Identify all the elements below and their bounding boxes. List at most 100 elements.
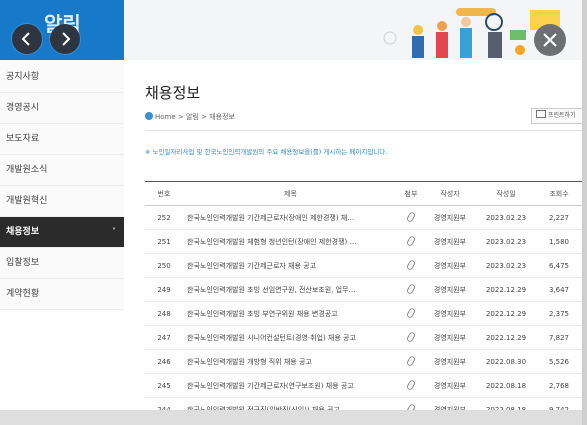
close-icon	[543, 33, 557, 47]
sidebar-item-contracts[interactable]: 계약현황	[0, 279, 124, 310]
cell-no: 249	[145, 277, 183, 302]
table-row[interactable]: 249 한국노인인력개발원 초빙 선임연구원, 전산보조원, 업무… 경영지원부 20…	[145, 277, 582, 302]
col-header-title: 제목	[183, 181, 398, 206]
recruitment-table: 번호 제목 첨부 작성자 작성일 조회수 252 한국노인인력개발원 기간제근로자…	[145, 181, 582, 410]
cell-date: 2022.12.29	[476, 301, 536, 326]
table-row[interactable]: 250 한국노인인력개발원 기간제근로자 채용 공고 경영지원부 2023.02.23…	[145, 253, 582, 278]
cell-no: 250	[145, 253, 183, 278]
cell-no: 251	[145, 229, 183, 254]
paperclip-icon[interactable]	[405, 210, 417, 223]
sidebar-item-label: 보도자료	[6, 134, 40, 144]
cell-date: 2022.12.29	[476, 277, 536, 302]
chevron-down-icon: ˅	[112, 227, 116, 236]
divider	[145, 130, 582, 131]
paperclip-icon[interactable]	[405, 282, 417, 295]
cell-no: 246	[145, 349, 183, 374]
sidebar-item-label: 입찰정보	[6, 258, 40, 268]
cell-title[interactable]: 한국노인인력개발원 개방형 직위 채용 공고	[183, 349, 398, 374]
cell-date: 2022.12.29	[476, 325, 536, 350]
cell-views: 6,475	[536, 253, 582, 278]
sidebar-item-label: 계약현황	[6, 289, 40, 299]
print-label: 프린트하기	[548, 112, 576, 119]
cell-views: 2,375	[536, 301, 582, 326]
paperclip-icon[interactable]	[405, 330, 417, 343]
cell-writer: 경영지원부	[424, 229, 476, 254]
paperclip-icon[interactable]	[405, 306, 417, 319]
cell-no: 244	[145, 397, 183, 410]
close-button[interactable]	[534, 24, 566, 56]
cell-title[interactable]: 한국노인인력개발원 기간제근로자(장애인 제한경쟁) 채…	[183, 205, 398, 230]
cell-attach	[398, 325, 424, 350]
cell-views: 2,768	[536, 373, 582, 398]
cell-title[interactable]: 한국노인인력개발원 초빙 선임연구원, 전산보조원, 업무…	[183, 277, 398, 302]
cell-attach	[398, 205, 424, 230]
paperclip-icon[interactable]	[405, 402, 417, 410]
header-banner: 알림	[0, 0, 582, 60]
col-header-date: 작성일	[476, 181, 536, 206]
sidebar-item-notice[interactable]: 공지사항	[0, 62, 124, 93]
cell-views: 3,647	[536, 277, 582, 302]
paperclip-icon[interactable]	[405, 258, 417, 271]
col-header-writer: 작성자	[424, 181, 476, 206]
table-row[interactable]: 245 한국노인인력개발원 기간제근로자(연구보조원) 채용 공고 경영지원부 202…	[145, 373, 582, 398]
home-icon[interactable]	[145, 112, 153, 120]
prev-button[interactable]	[12, 24, 42, 54]
sidebar-item-label: 개발원혁신	[6, 196, 48, 206]
cell-writer: 경영지원부	[424, 349, 476, 374]
cell-attach	[398, 349, 424, 374]
notice-text: ※ 노인일자리사업 및 한국노인인력개발원의 주요 채용정보을(를) 게시하는 …	[145, 148, 388, 156]
cell-writer: 경영지원부	[424, 325, 476, 350]
sidebar-item-label: 공지사항	[6, 72, 40, 82]
cell-writer: 경영지원부	[424, 205, 476, 230]
sidebar-item-bidding[interactable]: 입찰정보	[0, 248, 124, 279]
table-row[interactable]: 251 한국노인인력개발원 체험형 청년인턴(장애인 제한경쟁) … 경영지원부 20…	[145, 229, 582, 254]
sidebar-item-innovation[interactable]: 개발원혁신	[0, 186, 124, 217]
cell-attach	[398, 301, 424, 326]
cell-title[interactable]: 한국노인인력개발원 시니어컨설턴트(경영·취업) 채용 공고	[183, 325, 398, 350]
cell-date: 2023.02.23	[476, 205, 536, 230]
next-button[interactable]	[50, 24, 80, 54]
cell-title[interactable]: 한국노인인력개발원 정규직(일반직(신입)) 채용 공고	[183, 397, 398, 410]
scrollbar-track[interactable]	[582, 0, 587, 425]
col-header-views: 조회수	[536, 181, 582, 206]
paperclip-icon[interactable]	[405, 378, 417, 391]
cell-attach	[398, 277, 424, 302]
cell-attach	[398, 373, 424, 398]
cell-no: 247	[145, 325, 183, 350]
cell-date: 2022.08.30	[476, 349, 536, 374]
cell-title[interactable]: 한국노인인력개발원 기간제근로자 채용 공고	[183, 253, 398, 278]
table-row[interactable]: 246 한국노인인력개발원 개방형 직위 채용 공고 경영지원부 2022.08.30…	[145, 349, 582, 374]
cell-no: 248	[145, 301, 183, 326]
table-header-row: 번호 제목 첨부 작성자 작성일 조회수	[145, 181, 582, 206]
cell-attach	[398, 229, 424, 254]
cell-writer: 경영지원부	[424, 277, 476, 302]
cell-no: 252	[145, 205, 183, 230]
sidebar-item-press[interactable]: 보도자료	[0, 124, 124, 155]
cell-views: 7,827	[536, 325, 582, 350]
cell-title[interactable]: 한국노인인력개발원 초빙 부연구위원 채용 변경공고	[183, 301, 398, 326]
cell-no: 245	[145, 373, 183, 398]
cell-attach	[398, 397, 424, 410]
sidebar-item-news[interactable]: 개발원소식	[0, 155, 124, 186]
cell-title[interactable]: 한국노인인력개발원 체험형 청년인턴(장애인 제한경쟁) …	[183, 229, 398, 254]
table-row[interactable]: 252 한국노인인력개발원 기간제근로자(장애인 제한경쟁) 채… 경영지원부 202…	[145, 205, 582, 230]
table-row[interactable]: 244 한국노인인력개발원 정규직(일반직(신입)) 채용 공고 경영지원부 2022…	[145, 397, 582, 410]
cell-views: 2,227	[536, 205, 582, 230]
lightbox-frame: 알림 공지사항 경영공시 보도자료 개발원소식	[0, 0, 587, 425]
print-button[interactable]: 프린트하기	[531, 108, 582, 124]
printer-icon	[536, 110, 546, 118]
breadcrumb-text: Home > 알림 > 채용정보	[155, 113, 235, 121]
table-row[interactable]: 247 한국노인인력개발원 시니어컨설턴트(경영·취업) 채용 공고 경영지원부 20…	[145, 325, 582, 350]
sidebar-item-management-disclosure[interactable]: 경영공시	[0, 93, 124, 124]
table-row[interactable]: 248 한국노인인력개발원 초빙 부연구위원 채용 변경공고 경영지원부 2022.1…	[145, 301, 582, 326]
paperclip-icon[interactable]	[405, 354, 417, 367]
cell-date: 2023.02.23	[476, 229, 536, 254]
paperclip-icon[interactable]	[405, 234, 417, 247]
cell-title[interactable]: 한국노인인력개발원 기간제근로자(연구보조원) 채용 공고	[183, 373, 398, 398]
table-body: 252 한국노인인력개발원 기간제근로자(장애인 제한경쟁) 채… 경영지원부 202…	[145, 205, 582, 410]
cell-writer: 경영지원부	[424, 301, 476, 326]
sidebar-menu: 공지사항 경영공시 보도자료 개발원소식 개발원혁신 채용정보 ˅ 입찰정보 계약…	[0, 62, 124, 310]
page-title: 채용정보	[145, 84, 201, 102]
breadcrumb: Home > 알림 > 채용정보	[145, 112, 235, 122]
sidebar-item-recruitment[interactable]: 채용정보 ˅	[0, 217, 124, 248]
